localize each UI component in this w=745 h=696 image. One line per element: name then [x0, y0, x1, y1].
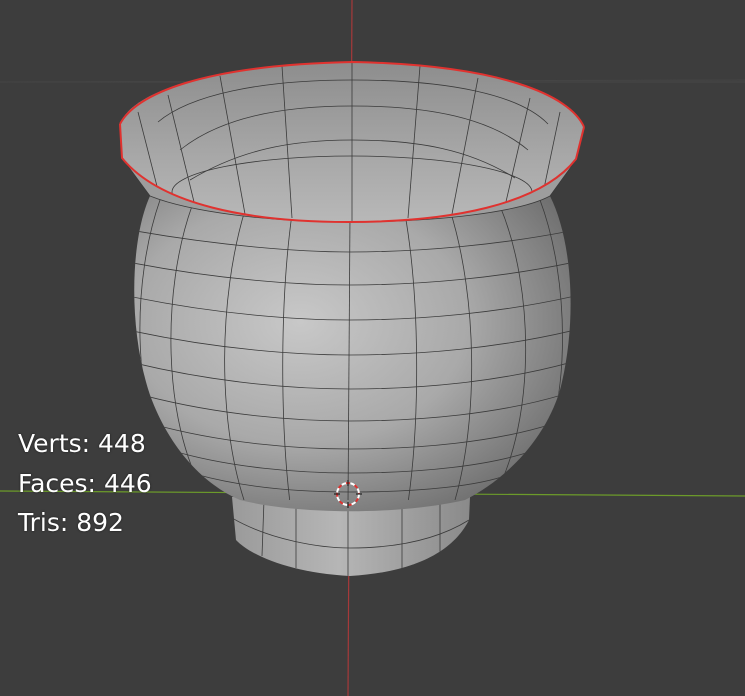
faces-label: Faces: [18, 468, 96, 498]
verts-value: 448 [98, 429, 146, 458]
tris-stat: Tris: 892 [18, 503, 152, 543]
tris-value: 892 [76, 508, 124, 537]
vase-body [134, 196, 571, 512]
verts-stat: Verts: 448 [18, 424, 152, 464]
tris-label: Tris: [18, 508, 69, 537]
3d-viewport[interactable]: Verts: 448 Faces: 446 Tris: 892 [0, 0, 745, 696]
statistics-overlay: Verts: 448 Faces: 446 Tris: 892 [18, 424, 152, 543]
viewport-canvas [0, 0, 745, 696]
faces-stat: Faces: 446 [18, 464, 152, 504]
verts-label: Verts: [18, 429, 91, 458]
faces-value: 446 [103, 468, 152, 498]
